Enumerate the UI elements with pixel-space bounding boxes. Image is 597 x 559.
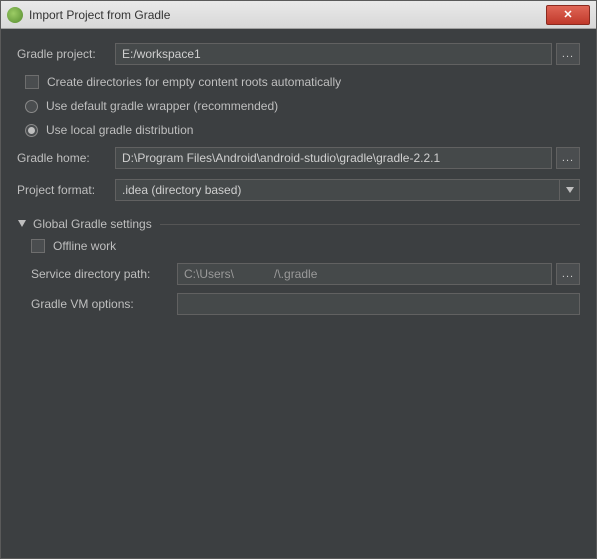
use-default-wrapper-radio[interactable] — [25, 100, 38, 113]
dialog-content: Gradle project: ... Create directories f… — [1, 29, 596, 337]
gradle-home-label: Gradle home: — [17, 151, 115, 165]
gradle-home-row: Gradle home: ... — [17, 147, 580, 169]
service-dir-row: Service directory path: ... — [31, 263, 580, 285]
use-local-dist-row[interactable]: Use local gradle distribution — [25, 123, 580, 137]
use-default-wrapper-row[interactable]: Use default gradle wrapper (recommended) — [25, 99, 580, 113]
chevron-down-icon — [559, 180, 579, 200]
vm-options-label: Gradle VM options: — [31, 297, 177, 311]
gradle-project-browse-button[interactable]: ... — [556, 43, 580, 65]
gradle-project-row: Gradle project: ... — [17, 43, 580, 65]
offline-work-row[interactable]: Offline work — [31, 239, 580, 253]
gradle-project-input[interactable] — [115, 43, 552, 65]
global-settings-label: Global Gradle settings — [33, 217, 152, 231]
project-format-select[interactable]: .idea (directory based) — [115, 179, 580, 201]
use-local-dist-radio[interactable] — [25, 124, 38, 137]
project-format-label: Project format: — [17, 183, 115, 197]
offline-work-checkbox[interactable] — [31, 239, 45, 253]
gradle-home-browse-button[interactable]: ... — [556, 147, 580, 169]
service-dir-input[interactable] — [177, 263, 552, 285]
create-dirs-checkbox[interactable] — [25, 75, 39, 89]
use-local-dist-label: Use local gradle distribution — [46, 123, 193, 137]
project-format-value: .idea (directory based) — [116, 180, 559, 200]
create-dirs-label: Create directories for empty content roo… — [47, 75, 341, 89]
section-divider — [160, 224, 580, 225]
vm-options-input[interactable] — [177, 293, 580, 315]
offline-work-label: Offline work — [53, 239, 116, 253]
global-settings-body: Offline work Service directory path: ...… — [31, 239, 580, 315]
titlebar: Import Project from Gradle ✕ — [1, 1, 596, 29]
gradle-home-input[interactable] — [115, 147, 552, 169]
disclosure-triangle-icon — [17, 219, 27, 229]
app-icon — [7, 7, 23, 23]
gradle-project-label: Gradle project: — [17, 47, 115, 61]
global-settings-header[interactable]: Global Gradle settings — [17, 217, 580, 231]
close-icon: ✕ — [563, 8, 572, 21]
window-title: Import Project from Gradle — [29, 8, 546, 22]
create-dirs-row[interactable]: Create directories for empty content roo… — [25, 75, 580, 89]
service-dir-label: Service directory path: — [31, 267, 177, 281]
dialog-window: Import Project from Gradle ✕ Gradle proj… — [0, 0, 597, 559]
vm-options-row: Gradle VM options: — [31, 293, 580, 315]
service-dir-browse-button[interactable]: ... — [556, 263, 580, 285]
close-button[interactable]: ✕ — [546, 5, 590, 25]
project-format-row: Project format: .idea (directory based) — [17, 179, 580, 201]
use-default-wrapper-label: Use default gradle wrapper (recommended) — [46, 99, 278, 113]
